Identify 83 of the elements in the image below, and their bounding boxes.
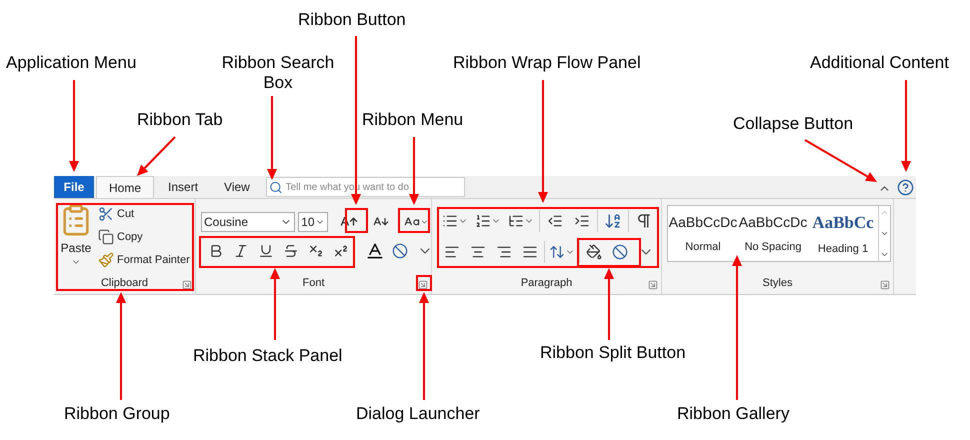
- clipboard-command[interactable]: Copy: [98, 226, 190, 248]
- group-label: Clipboard: [100, 276, 148, 291]
- file-menu[interactable]: File: [54, 176, 94, 198]
- annotation-label: Ribbon Menu: [362, 110, 464, 130]
- annotation-label: Ribbon Tab: [137, 110, 223, 130]
- font-color-icon: [365, 241, 385, 261]
- style-item[interactable]: AaBbCc Heading 1: [808, 206, 878, 261]
- line-spacing-icon: [549, 244, 565, 260]
- subscript-icon: [308, 243, 324, 259]
- highlight-icon: [392, 243, 408, 259]
- font-name-field[interactable]: Cousine: [201, 212, 296, 232]
- bullets-icon: [442, 213, 458, 229]
- increase-indent-icon: [574, 213, 590, 229]
- justify-icon: [522, 244, 538, 260]
- strikethrough-icon: [283, 243, 299, 259]
- style-name: Normal: [685, 240, 721, 255]
- dialog-launcher[interactable]: [182, 280, 192, 290]
- decrease-indent-icon: [547, 213, 563, 229]
- align-center-icon: [470, 244, 486, 260]
- copy-icon: [98, 229, 114, 245]
- launcher-icon: [418, 280, 428, 290]
- annotation-label: Additional Content: [810, 53, 949, 73]
- color-swatch-icon: [612, 244, 628, 260]
- ribbon-tab[interactable]: Insert: [156, 176, 210, 198]
- group-label: Styles: [762, 276, 792, 291]
- launcher-icon: [648, 280, 658, 290]
- annotation-arrow: [604, 268, 614, 340]
- style-item[interactable]: AaBbCcDc No Spacing: [738, 206, 808, 261]
- style-item[interactable]: AaBbCcDc Normal: [668, 206, 738, 261]
- highlight-frame: [416, 275, 432, 291]
- dialog-launcher[interactable]: [418, 280, 428, 290]
- annotation-label: Ribbon Wrap Flow Panel: [453, 53, 641, 73]
- sort-icon: [604, 212, 622, 230]
- clipboard-command[interactable]: Format Painter: [98, 249, 190, 271]
- annotation-label: Application Menu: [6, 53, 136, 73]
- style-name: No Spacing: [744, 240, 802, 255]
- scroll-down-icon: [880, 229, 889, 238]
- annotation-label: Ribbon Split Button: [540, 343, 686, 363]
- multilevel-list-icon: [508, 213, 524, 229]
- dialog-launcher[interactable]: [648, 280, 658, 290]
- search-icon: [268, 180, 283, 194]
- annotation-arrow: [137, 136, 176, 176]
- underline-icon: [258, 243, 274, 259]
- launcher-icon: [880, 280, 890, 290]
- align-right-icon: [496, 244, 512, 260]
- annotation-label: Collapse Button: [733, 114, 854, 134]
- italic-icon: [233, 243, 249, 259]
- annotation-arrow: [270, 268, 280, 340]
- clipboard-command[interactable]: Cut: [98, 203, 190, 225]
- style-preview: AaBbCcDc: [738, 212, 808, 232]
- scissors-icon: [98, 206, 114, 222]
- group-label: Paragraph: [520, 276, 572, 291]
- align-left-icon: [444, 244, 460, 260]
- help-button[interactable]: [897, 179, 914, 196]
- style-preview: AaBbCc: [812, 212, 874, 234]
- annotation-label: Dialog Launcher: [356, 404, 480, 424]
- expand-icon: [880, 250, 889, 259]
- help-icon: [897, 179, 914, 196]
- pilcrow-icon: [635, 212, 653, 230]
- ribbon-tab[interactable]: Home: [96, 176, 154, 198]
- numbering-icon: [475, 213, 491, 229]
- annotation-arrow: [409, 137, 419, 205]
- annotation-label: Ribbon Stack Panel: [193, 346, 342, 366]
- annotation-label: Ribbon Button: [298, 10, 406, 30]
- annotation-label: Ribbon Gallery: [677, 404, 790, 424]
- style-preview: AaBbCcDc: [668, 212, 738, 232]
- launcher-icon: [182, 280, 192, 290]
- gallery-scrollbar[interactable]: [878, 206, 890, 261]
- paste-button[interactable]: Paste: [58, 203, 94, 271]
- group-label: Font: [302, 276, 324, 291]
- annotation-label: Ribbon Group: [64, 404, 170, 424]
- style-name: Heading 1: [818, 242, 868, 257]
- highlight-frame: [345, 208, 368, 233]
- font-size-field[interactable]: 10: [298, 212, 328, 232]
- paintbrush-icon: [98, 252, 114, 268]
- annotation-label: Ribbon Search Box: [220, 53, 336, 93]
- font-name-value: Cousine: [204, 214, 248, 231]
- font-size-value: 10: [301, 214, 314, 231]
- superscript-icon: [333, 243, 349, 259]
- paint-bucket-icon: [586, 244, 602, 260]
- dialog-launcher[interactable]: [880, 280, 890, 290]
- ribbon-tab[interactable]: View: [212, 176, 262, 198]
- highlight-frame: [398, 208, 430, 233]
